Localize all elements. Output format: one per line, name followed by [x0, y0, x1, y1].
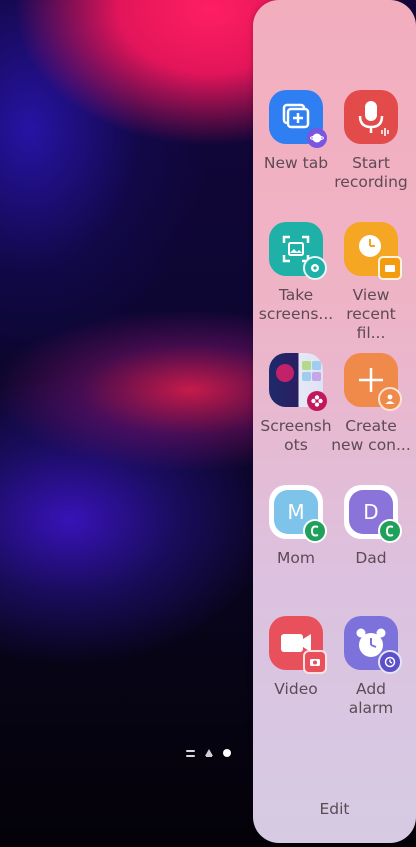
edge-app-view-recent-files[interactable]: View recent fil... — [331, 222, 411, 343]
gallery-icon — [269, 353, 327, 411]
contact-avatar-icon: M — [269, 485, 327, 543]
edge-contact-dad[interactable]: D Dad — [331, 485, 411, 568]
apps-edge-panel: New tab Start recording Take screens... … — [253, 0, 416, 843]
edge-app-take-screenshot[interactable]: Take screens... — [256, 222, 336, 324]
clock-icon — [344, 222, 402, 280]
edge-app-label: View recent fil... — [346, 286, 396, 342]
edge-app-label: Video — [274, 680, 318, 698]
edge-app-label: Dad — [355, 549, 387, 567]
menu-indicator-icon[interactable] — [186, 749, 195, 757]
contact-avatar-icon: D — [344, 485, 402, 543]
edge-app-label: Create new con... — [331, 417, 411, 454]
camera-badge-icon — [303, 650, 327, 674]
folder-badge-icon — [378, 256, 402, 280]
edge-app-label: Add alarm — [348, 680, 394, 717]
add-contact-icon — [344, 353, 402, 411]
phone-badge-icon — [303, 519, 327, 543]
edge-app-screenshots[interactable]: Screensh ots — [256, 353, 336, 455]
edit-button[interactable]: Edit — [253, 800, 416, 818]
edge-app-label: Screensh ots — [260, 417, 332, 454]
edge-app-new-tab[interactable]: New tab — [256, 90, 336, 173]
current-page-dot[interactable] — [223, 749, 231, 757]
settings-badge-icon — [303, 256, 327, 280]
screenshot-icon — [269, 222, 327, 280]
microphone-icon — [344, 90, 398, 144]
flower-badge-icon — [307, 391, 327, 411]
edge-app-add-alarm[interactable]: Add alarm — [331, 616, 411, 718]
home-page-indicator[interactable] — [186, 746, 231, 760]
edge-app-video[interactable]: Video — [256, 616, 336, 699]
person-badge-icon — [378, 387, 402, 411]
edge-contact-mom[interactable]: M Mom — [256, 485, 336, 568]
clock-badge-icon — [378, 650, 402, 674]
edge-app-label: Start recording — [334, 154, 408, 191]
internet-badge-icon — [307, 128, 327, 148]
home-indicator-icon[interactable] — [205, 748, 213, 757]
new-tab-icon — [269, 90, 327, 148]
edge-app-label: Mom — [277, 549, 315, 567]
phone-badge-icon — [378, 519, 402, 543]
edge-app-start-recording[interactable]: Start recording — [331, 90, 411, 192]
edge-app-create-new-contact[interactable]: Create new con... — [331, 353, 411, 455]
edge-app-label: Take screens... — [258, 286, 334, 323]
alarm-icon — [344, 616, 402, 674]
video-icon — [269, 616, 327, 674]
edge-app-label: New tab — [263, 154, 329, 172]
